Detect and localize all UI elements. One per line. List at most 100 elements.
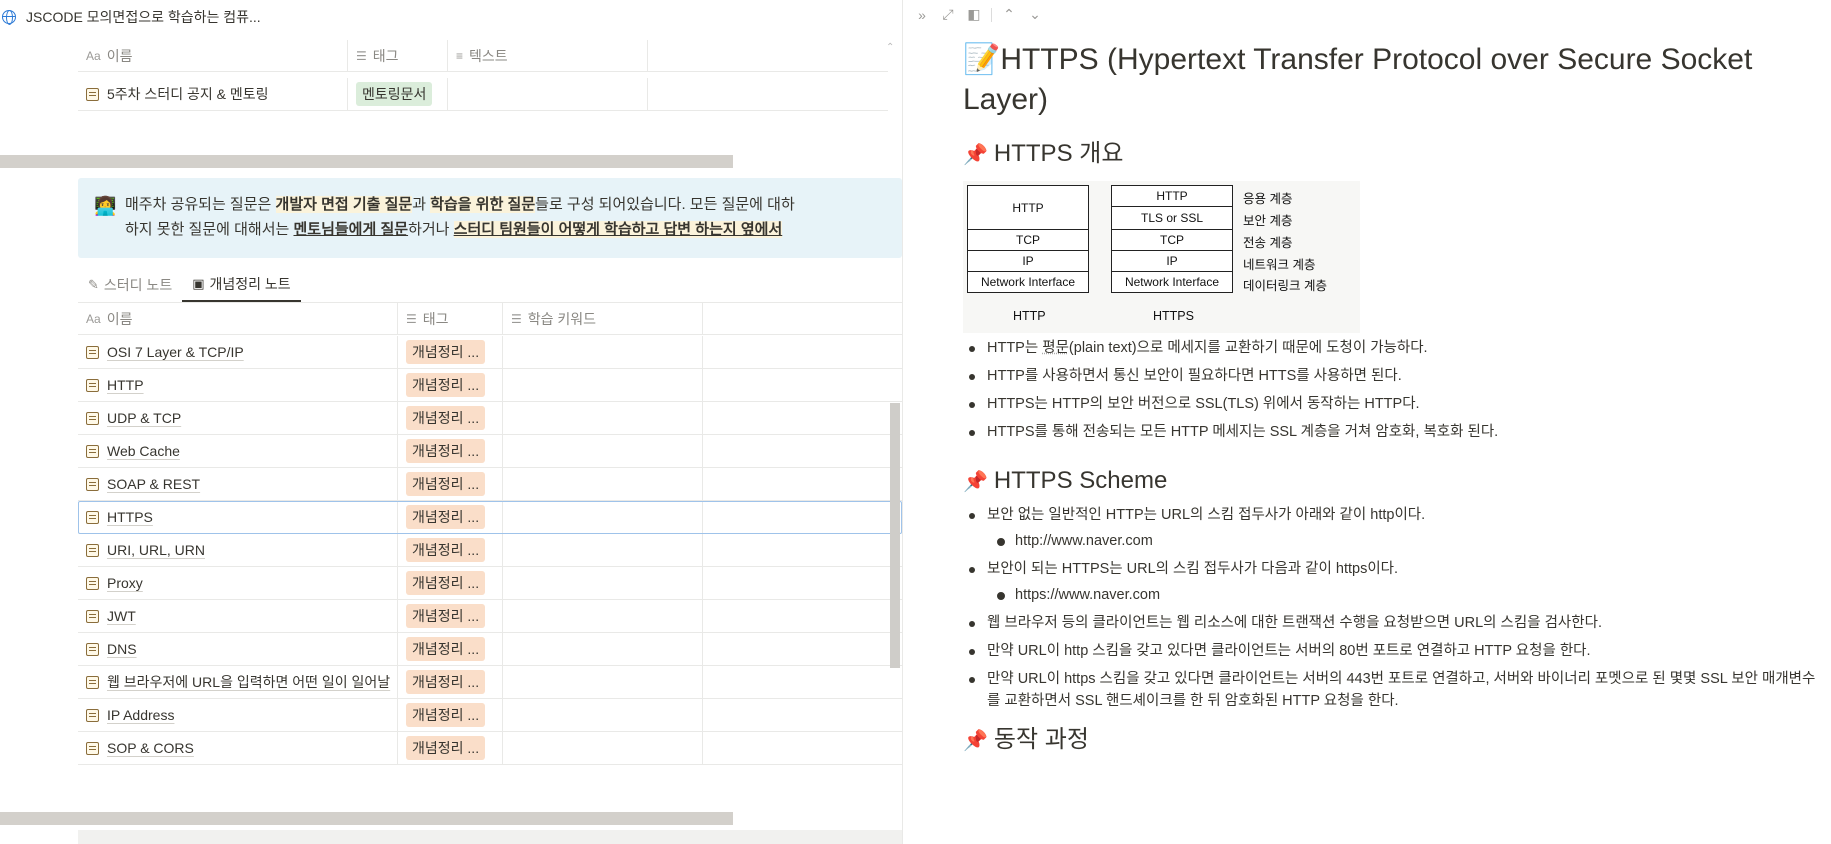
empty-cell[interactable]	[703, 699, 902, 731]
table-row[interactable]: SOAP & REST 개념정리 ...	[78, 468, 902, 501]
table-row[interactable]: JWT 개념정리 ...	[78, 600, 902, 633]
row-title[interactable]: HTTPS	[107, 509, 153, 525]
breadcrumb-title[interactable]: JSCODE 모의면접으로 학습하는 컴퓨...	[26, 7, 261, 27]
list-item[interactable]: HTTPS는 HTTP의 보안 버전으로 SSL(TLS) 위에서 동작하는 H…	[969, 393, 1823, 415]
horizontal-scrollbar[interactable]	[0, 155, 733, 168]
list-item[interactable]: 보안 없는 일반적인 HTTP는 URL의 스킴 접두사가 아래와 같이 htt…	[969, 504, 1823, 552]
list-item[interactable]: 웹 브라우저 등의 클라이언트는 웹 리소스에 대한 트랜잭션 수행을 요청받으…	[969, 612, 1823, 634]
empty-cell[interactable]	[703, 402, 902, 434]
tag-cell[interactable]: 개념정리 ...	[398, 633, 503, 665]
row-title[interactable]: IP Address	[107, 707, 174, 723]
empty-cell[interactable]	[703, 534, 902, 566]
name-cell[interactable]: DNS	[78, 633, 398, 665]
table-row[interactable]: HTTP 개념정리 ...	[78, 369, 902, 402]
tag-cell[interactable]: 개념정리 ...	[398, 666, 503, 698]
column-header-text[interactable]: ≡ 텍스트	[448, 40, 648, 71]
empty-cell[interactable]	[703, 369, 902, 401]
empty-cell[interactable]	[703, 336, 902, 368]
name-cell[interactable]: SOAP & REST	[78, 468, 398, 500]
row-title[interactable]: JWT	[107, 608, 136, 624]
name-cell[interactable]: IP Address	[78, 699, 398, 731]
name-cell[interactable]: HTTP	[78, 369, 398, 401]
tag-cell[interactable]: 개념정리 ...	[398, 402, 503, 434]
table-row[interactable]: Web Cache 개념정리 ...	[78, 435, 902, 468]
list-item[interactable]: 만약 URL이 https 스킴을 갖고 있다면 클라이언트는 서버의 443번…	[969, 668, 1823, 712]
close-peek-icon[interactable]: »	[913, 7, 931, 23]
keyword-cell[interactable]	[503, 567, 703, 599]
row-title[interactable]: 웹 브라우저에 URL을 입력하면 어떤 일이 일어날	[107, 672, 390, 692]
name-cell[interactable]: Proxy	[78, 567, 398, 599]
keyword-cell[interactable]	[503, 534, 703, 566]
name-cell[interactable]: JWT	[78, 600, 398, 632]
tab-study-note[interactable]: ✎ 스터디 노트	[78, 268, 182, 302]
sub-list-item[interactable]: http://www.naver.com	[997, 530, 1823, 552]
list-item[interactable]: HTTPS를 통해 전송되는 모든 HTTP 메세지는 SSL 계층을 거쳐 암…	[969, 421, 1823, 443]
chevron-down-icon[interactable]: ⌄	[1026, 6, 1044, 23]
column-header-keyword[interactable]: ☰ 학습 키워드	[503, 303, 703, 334]
column-header-tag[interactable]: ☰ 태그	[348, 40, 448, 71]
keyword-cell[interactable]	[503, 732, 703, 764]
tab-concept-note[interactable]: ▣ 개념정리 노트	[182, 268, 301, 302]
sub-list-item[interactable]: https://www.naver.com	[997, 584, 1823, 606]
name-cell[interactable]: 5주차 스터디 공지 & 멘토링	[78, 78, 348, 110]
table-row[interactable]: UDP & TCP 개념정리 ...	[78, 402, 902, 435]
name-cell[interactable]: OSI 7 Layer & TCP/IP	[78, 336, 398, 368]
keyword-cell[interactable]	[503, 369, 703, 401]
row-title[interactable]: DNS	[107, 641, 137, 657]
row-title[interactable]: Web Cache	[107, 443, 180, 459]
keyword-cell[interactable]	[503, 468, 703, 500]
tag-cell[interactable]: 멘토링문서	[348, 78, 448, 110]
breadcrumb[interactable]: JSCODE 모의면접으로 학습하는 컴퓨...	[2, 8, 261, 26]
list-item[interactable]: 만약 URL이 http 스킴을 갖고 있다면 클라이언트는 서버의 80번 포…	[969, 640, 1823, 662]
chevron-up-icon[interactable]: ⌃	[1000, 6, 1018, 23]
empty-cell[interactable]	[703, 468, 902, 500]
table-row[interactable]: Proxy 개념정리 ...	[78, 567, 902, 600]
empty-cell[interactable]	[703, 732, 902, 764]
section-heading[interactable]: 📌 동작 과정	[963, 724, 1823, 757]
section-heading[interactable]: 📌 HTTPS Scheme	[963, 465, 1823, 498]
page-title[interactable]: 📝HTTPS (Hypertext Transfer Protocol over…	[963, 40, 1823, 120]
row-title[interactable]: 5주차 스터디 공지 & 멘토링	[107, 84, 268, 104]
vertical-scrollbar[interactable]	[890, 403, 900, 668]
row-title[interactable]: Proxy	[107, 575, 143, 591]
table-row[interactable]: HTTPS 개념정리 ...	[78, 501, 902, 534]
row-title[interactable]: SOAP & REST	[107, 476, 200, 492]
tag-cell[interactable]: 개념정리 ...	[398, 600, 503, 632]
text-cell[interactable]	[448, 78, 648, 110]
keyword-cell[interactable]	[503, 435, 703, 467]
list-item[interactable]: HTTP는 평문(plain text)으로 메세지를 교환하기 때문에 도청이…	[969, 337, 1823, 359]
tag-cell[interactable]: 개념정리 ...	[398, 369, 503, 401]
tag-cell[interactable]: 개념정리 ...	[398, 468, 503, 500]
keyword-cell[interactable]	[503, 699, 703, 731]
side-peek-icon[interactable]: ◧	[965, 6, 983, 23]
row-title[interactable]: SOP & CORS	[107, 740, 194, 756]
expand-icon[interactable]: ⤢	[939, 6, 957, 23]
list-item[interactable]: 보안이 되는 HTTPS는 URL의 스킴 접두사가 다음과 같이 https이…	[969, 558, 1823, 606]
tag-cell[interactable]: 개념정리 ...	[398, 534, 503, 566]
tag-cell[interactable]: 개념정리 ...	[398, 732, 503, 764]
table-row[interactable]: URI, URL, URN 개념정리 ...	[78, 534, 902, 567]
name-cell[interactable]: URI, URL, URN	[78, 534, 398, 566]
keyword-cell[interactable]	[503, 336, 703, 368]
table-row[interactable]: IP Address 개념정리 ...	[78, 699, 902, 732]
keyword-cell[interactable]	[503, 600, 703, 632]
name-cell[interactable]: 웹 브라우저에 URL을 입력하면 어떤 일이 일어날	[78, 666, 398, 698]
column-header-tag[interactable]: ☰ 태그	[398, 303, 503, 334]
empty-cell[interactable]	[703, 501, 902, 533]
tag-cell[interactable]: 개념정리 ...	[398, 699, 503, 731]
keyword-cell[interactable]	[503, 402, 703, 434]
name-cell[interactable]: Web Cache	[78, 435, 398, 467]
name-cell[interactable]: SOP & CORS	[78, 732, 398, 764]
table-row[interactable]: SOP & CORS 개념정리 ...	[78, 732, 902, 765]
tag-cell[interactable]: 개념정리 ...	[398, 435, 503, 467]
keyword-cell[interactable]	[503, 501, 703, 533]
tag-cell[interactable]: 개념정리 ...	[398, 567, 503, 599]
row-title[interactable]: OSI 7 Layer & TCP/IP	[107, 344, 244, 360]
table-row[interactable]: 5주차 스터디 공지 & 멘토링 멘토링문서	[78, 78, 888, 111]
row-title[interactable]: HTTP	[107, 377, 144, 393]
table-row[interactable]: OSI 7 Layer & TCP/IP 개념정리 ...	[78, 336, 902, 369]
empty-cell[interactable]	[703, 435, 902, 467]
table-row[interactable]: DNS 개념정리 ...	[78, 633, 902, 666]
empty-cell[interactable]	[703, 600, 902, 632]
table-row[interactable]: 웹 브라우저에 URL을 입력하면 어떤 일이 일어날 개념정리 ...	[78, 666, 902, 699]
